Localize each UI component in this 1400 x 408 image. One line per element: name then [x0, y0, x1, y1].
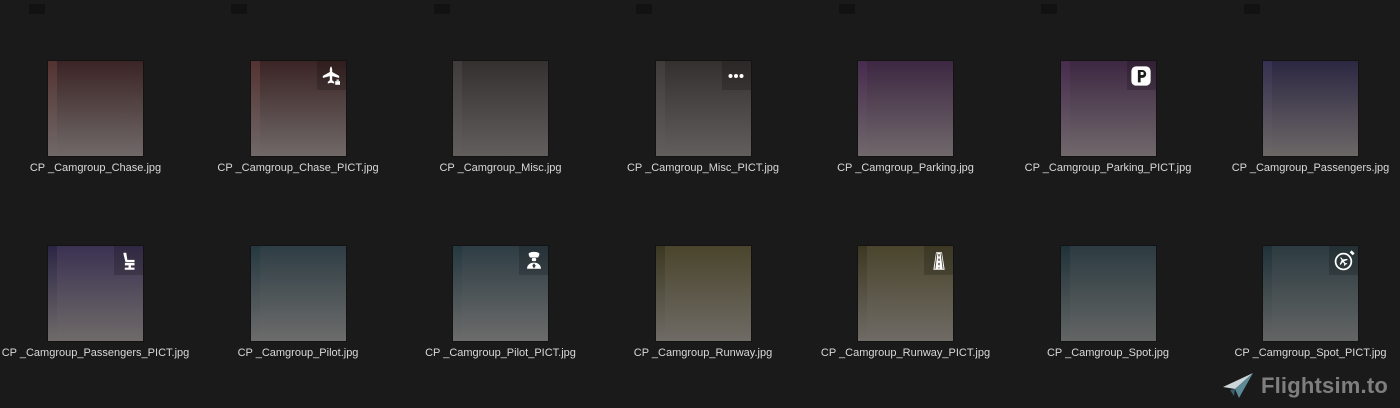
file-item[interactable]: CP _Camgroup_Runway_PICT.jpg: [805, 246, 1007, 359]
file-name[interactable]: CP _Camgroup_Spot.jpg: [1047, 347, 1169, 359]
file-thumbnail[interactable]: [1263, 61, 1358, 156]
file-thumbnail[interactable]: [655, 246, 751, 341]
file-name[interactable]: CP _Camgroup_Spot_PICT.jpg: [1234, 347, 1386, 359]
file-name[interactable]: CP _Camgroup_Misc.jpg: [439, 162, 561, 174]
file-name[interactable]: CP _Camgroup_Runway.jpg: [634, 347, 772, 359]
runway-icon: [932, 251, 945, 270]
cropped-item-remnant: [231, 4, 247, 14]
file-thumbnail[interactable]: [1263, 246, 1358, 341]
file-name[interactable]: CP _Camgroup_Passengers.jpg: [1232, 162, 1390, 174]
thumbnail-left-strip: [858, 61, 867, 156]
thumbnail-left-strip: [250, 61, 260, 156]
thumbnail-left-strip: [453, 61, 462, 156]
file-item[interactable]: CP _Camgroup_Parking_PICT.jpg: [1007, 61, 1209, 174]
file-name[interactable]: CP _Camgroup_Chase_PICT.jpg: [217, 162, 378, 174]
file-thumbnail[interactable]: [858, 246, 953, 341]
paper-plane-icon-slot: [1222, 372, 1254, 400]
thumbnail-left-strip: [48, 61, 57, 156]
thumbnail-left-strip: [48, 246, 57, 341]
file-item[interactable]: CP _Camgroup_Pilot_PICT.jpg: [400, 246, 602, 359]
cropped-item-remnant: [433, 4, 450, 14]
flightsim-watermark: Flightsim.to: [1222, 372, 1388, 400]
file-item[interactable]: CP _Camgroup_Passengers.jpg: [1210, 61, 1400, 174]
file-thumbnail[interactable]: [655, 61, 751, 156]
file-name[interactable]: CP _Camgroup_Chase.jpg: [30, 162, 161, 174]
spot-view-icon: [1334, 249, 1355, 270]
file-thumbnail[interactable]: [48, 246, 143, 341]
thumbnail-left-strip: [1263, 246, 1272, 341]
cropped-item-remnant: [636, 4, 652, 14]
pilot-icon: [526, 251, 541, 269]
file-item[interactable]: CP _Camgroup_Spot.jpg: [1007, 246, 1209, 359]
type-badge: [1126, 61, 1156, 90]
file-item[interactable]: CP _Camgroup_Spot_PICT.jpg: [1210, 246, 1400, 359]
type-badge: [519, 246, 548, 275]
paper-plane-icon: [1222, 373, 1253, 398]
type-badge: [924, 246, 953, 275]
file-name[interactable]: CP _Camgroup_Misc_PICT.jpg: [627, 162, 779, 174]
file-name[interactable]: CP _Camgroup_Pilot_PICT.jpg: [425, 347, 576, 359]
seat-icon: [123, 252, 134, 270]
thumbnail-left-strip: [453, 246, 462, 341]
type-badge: [1329, 246, 1358, 275]
type-badge: [114, 246, 143, 275]
file-name[interactable]: CP _Camgroup_Parking_PICT.jpg: [1025, 162, 1192, 174]
file-thumbnail[interactable]: [48, 61, 143, 156]
airplane-icon: [322, 66, 340, 85]
file-item[interactable]: CP _Camgroup_Passengers_PICT.jpg: [0, 246, 197, 359]
file-item[interactable]: CP _Camgroup_Runway.jpg: [602, 246, 804, 359]
ellipsis-icon: [728, 73, 744, 78]
thumbnail-left-strip: [1060, 246, 1070, 341]
file-item[interactable]: CP _Camgroup_Misc_PICT.jpg: [602, 61, 804, 174]
type-badge: [721, 61, 751, 90]
thumbnail-left-strip: [250, 246, 260, 341]
file-item[interactable]: CP _Camgroup_Pilot.jpg: [197, 246, 399, 359]
cropped-item-remnant: [28, 4, 45, 14]
cropped-item-remnant: [1243, 4, 1260, 14]
cropped-item-remnant: [838, 4, 855, 14]
file-name[interactable]: CP _Camgroup_Runway_PICT.jpg: [821, 347, 990, 359]
thumbnail-left-strip: [655, 61, 665, 156]
thumbnail-left-strip: [1263, 61, 1272, 156]
thumbnail-left-strip: [1060, 61, 1070, 156]
file-thumbnail[interactable]: [1060, 246, 1156, 341]
type-badge: [316, 61, 346, 90]
file-item[interactable]: CP _Camgroup_Chase.jpg: [0, 61, 197, 174]
file-thumbnail[interactable]: [1060, 61, 1156, 156]
file-item[interactable]: CP _Camgroup_Parking.jpg: [805, 61, 1007, 174]
thumbnail-left-strip: [655, 246, 665, 341]
parking-icon: [1131, 65, 1151, 86]
file-item[interactable]: CP _Camgroup_Chase_PICT.jpg: [197, 61, 399, 174]
file-thumbnail[interactable]: [250, 61, 346, 156]
file-thumbnail[interactable]: [453, 246, 548, 341]
cropped-item-remnant: [1041, 4, 1057, 14]
file-thumbnail[interactable]: [250, 246, 346, 341]
file-thumbnail[interactable]: [453, 61, 548, 156]
thumbnail-left-strip: [858, 246, 867, 341]
file-name[interactable]: CP _Camgroup_Pilot.jpg: [238, 347, 359, 359]
file-item[interactable]: CP _Camgroup_Misc.jpg: [400, 61, 602, 174]
file-name[interactable]: CP _Camgroup_Passengers_PICT.jpg: [2, 347, 190, 359]
watermark-label: Flightsim.to: [1260, 373, 1388, 398]
file-name[interactable]: CP _Camgroup_Parking.jpg: [837, 162, 974, 174]
file-thumbnail[interactable]: [858, 61, 953, 156]
